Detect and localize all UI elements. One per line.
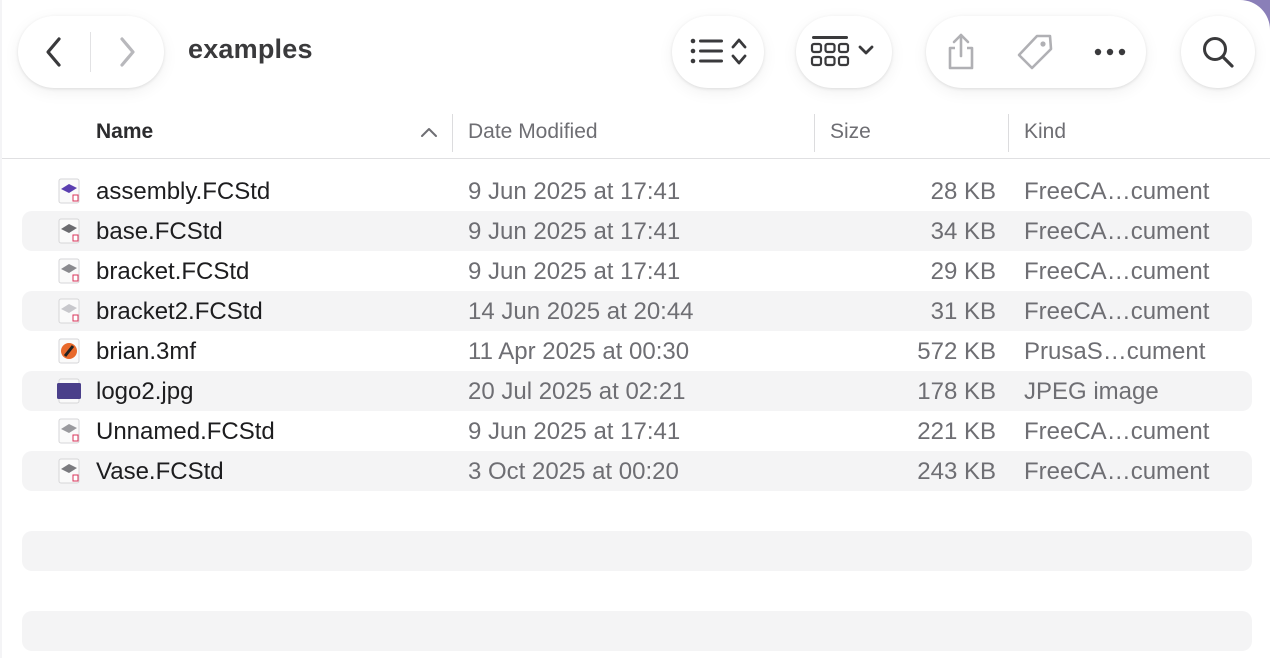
freecad-file-icon-graphic [58,258,80,284]
file-kind: FreeCA…cument [1024,418,1210,445]
file-name: Vase.FCStd [96,458,224,485]
file-date: 20 Jul 2025 at 02:21 [468,378,686,405]
tag-icon [1017,34,1053,70]
file-kind: FreeCA…cument [1024,458,1210,485]
file-row[interactable]: Unnamed.FCStd 9 Jun 2025 at 17:41 221 KB… [22,411,1252,451]
empty-row-stripe [22,531,1252,571]
file-name: logo2.jpg [96,378,194,405]
file-date: 9 Jun 2025 at 17:41 [468,178,681,205]
view-mode-button[interactable] [672,16,764,88]
file-size: 29 KB [930,258,996,285]
file-row[interactable]: brian.3mf 11 Apr 2025 at 00:30 572 KB Pr… [22,331,1252,371]
file-size: 243 KB [917,458,996,485]
column-header: Name Date Modified Size Kind [2,104,1270,159]
share-button[interactable] [945,32,977,72]
chevron-right-icon [120,37,135,67]
column-size[interactable]: Size [830,120,871,144]
freecad-file-icon [56,458,82,484]
file-kind: FreeCA…cument [1024,258,1210,285]
forward-button[interactable] [91,16,163,88]
freecad-file-icon [56,178,82,204]
file-name: assembly.FCStd [96,178,271,205]
image-file-icon [56,378,82,404]
chevron-left-icon [46,37,61,67]
freecad-file-icon-graphic [58,418,80,444]
ellipsis-icon [1094,48,1126,56]
navigation-group [18,16,164,88]
file-row[interactable]: base.FCStd 9 Jun 2025 at 17:41 34 KB Fre… [22,211,1252,251]
file-row[interactable]: logo2.jpg 20 Jul 2025 at 02:21 178 KB JP… [22,371,1252,411]
column-separator[interactable] [814,114,815,152]
file-row[interactable]: assembly.FCStd 9 Jun 2025 at 17:41 28 KB… [22,171,1252,211]
file-date: 9 Jun 2025 at 17:41 [468,418,681,445]
column-separator[interactable] [1008,114,1009,152]
search-icon [1203,37,1234,68]
more-button[interactable] [1093,47,1127,57]
file-kind: FreeCA…cument [1024,218,1210,245]
image-file-icon-graphic [57,378,81,404]
file-row[interactable]: Vase.FCStd 3 Oct 2025 at 00:20 243 KB Fr… [22,451,1252,491]
file-date: 11 Apr 2025 at 00:30 [468,338,690,365]
file-name: brian.3mf [96,338,197,365]
freecad-file-icon [56,298,82,324]
file-date: 14 Jun 2025 at 20:44 [468,298,694,325]
file-size: 572 KB [917,338,996,365]
file-date: 3 Oct 2025 at 00:20 [468,458,679,485]
window-title: examples [188,34,313,64]
file-kind: FreeCA…cument [1024,298,1210,325]
prusaslicer-file-icon-graphic [58,338,80,364]
freecad-file-icon-graphic [58,458,80,484]
actions-group [926,16,1146,88]
empty-row-stripe [22,611,1252,651]
search-button[interactable] [1181,16,1255,88]
file-name: bracket.FCStd [96,258,250,285]
file-date: 9 Jun 2025 at 17:41 [468,218,681,245]
freecad-file-icon [56,258,82,284]
freecad-file-icon-graphic [58,218,80,244]
file-date: 9 Jun 2025 at 17:41 [468,258,681,285]
file-row[interactable]: bracket.FCStd 9 Jun 2025 at 17:41 29 KB … [22,251,1252,291]
sort-ascending-icon[interactable] [420,126,438,138]
file-size: 31 KB [930,298,996,325]
column-date-modified[interactable]: Date Modified [468,120,598,144]
file-size: 221 KB [917,418,996,445]
column-kind[interactable]: Kind [1024,120,1066,144]
file-name: bracket2.FCStd [96,298,263,325]
file-name: Unnamed.FCStd [96,418,275,445]
file-size: 178 KB [917,378,996,405]
file-kind: PrusaS…cument [1024,338,1206,365]
file-kind: JPEG image [1024,378,1159,405]
freecad-file-icon [56,218,82,244]
group-by-button[interactable] [796,16,892,88]
column-separator[interactable] [452,114,453,152]
file-kind: FreeCA…cument [1024,178,1210,205]
grid-view-icon [810,36,874,67]
back-button[interactable] [18,16,90,88]
share-icon [948,33,974,70]
file-size: 34 KB [930,218,996,245]
file-size: 28 KB [930,178,996,205]
freecad-file-icon-graphic [58,178,80,204]
freecad-file-icon [56,418,82,444]
column-name[interactable]: Name [96,120,153,144]
list-view-icon [690,38,747,65]
freecad-file-icon-graphic [58,298,80,324]
file-row[interactable]: bracket2.FCStd 14 Jun 2025 at 20:44 31 K… [22,291,1252,331]
file-name: base.FCStd [96,218,223,245]
tag-button[interactable] [1015,32,1055,72]
prusaslicer-file-icon [56,338,82,364]
finder-window: examples Name Date Modified Size Kind as… [2,0,1270,658]
